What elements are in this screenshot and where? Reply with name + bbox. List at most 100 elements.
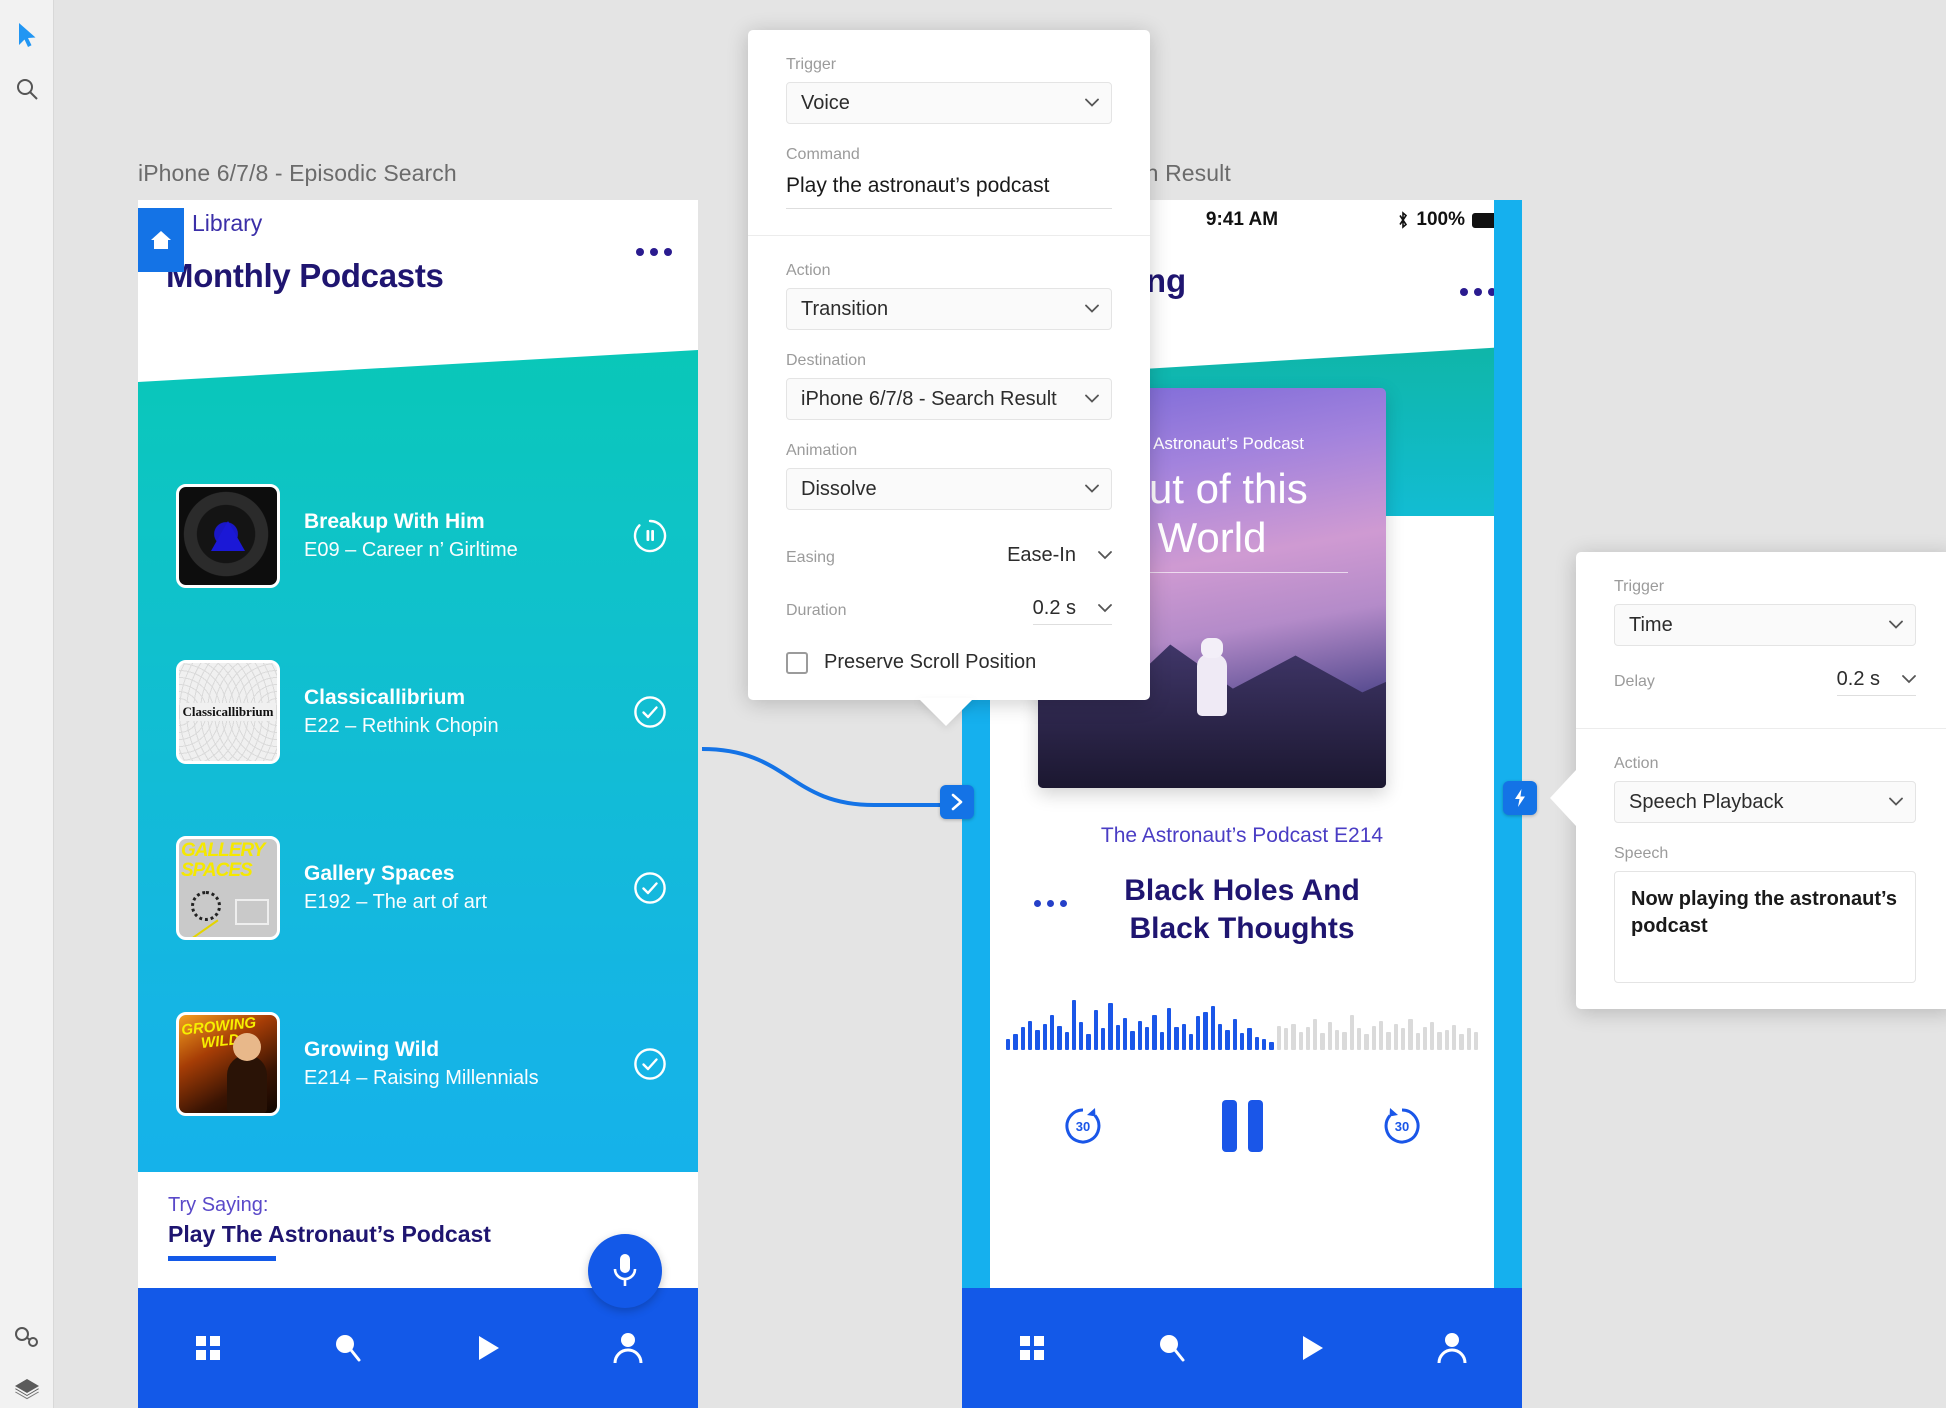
search-icon bbox=[17, 79, 38, 100]
waveform-bar-played bbox=[1064, 1032, 1069, 1050]
list-item[interactable]: GALLERY SPACES Gallery Spaces E192 – The … bbox=[176, 836, 668, 940]
nav-play[interactable] bbox=[458, 1318, 518, 1378]
duration-select[interactable]: 0.2 s bbox=[1032, 597, 1112, 625]
easing-value: Ease-In bbox=[1007, 544, 1076, 566]
command-input[interactable]: Play the astronaut’s podcast bbox=[786, 172, 1112, 209]
episode-title-line1: Black Holes And bbox=[1124, 874, 1360, 907]
waveform-bar-remaining bbox=[1283, 1028, 1289, 1050]
waveform-bar-played bbox=[1269, 1041, 1274, 1050]
animation-select[interactable]: Dissolve bbox=[786, 468, 1112, 510]
waveform-bar-played bbox=[1232, 1018, 1237, 1050]
nav-grid[interactable] bbox=[1002, 1318, 1062, 1378]
animation-value: Dissolve bbox=[801, 477, 877, 500]
trigger-section: Trigger Voice Command Play the astronaut… bbox=[748, 30, 1150, 235]
page-title: Monthly Podcasts bbox=[166, 257, 444, 294]
pause-circle-icon[interactable] bbox=[632, 519, 668, 553]
try-saying-command: Play The Astronaut’s Podcast bbox=[168, 1221, 491, 1247]
action-label: Action bbox=[786, 262, 831, 279]
trigger-select[interactable]: Voice bbox=[786, 82, 1112, 124]
nav-search[interactable] bbox=[318, 1318, 378, 1378]
artboard-episodic-search[interactable]: Library Monthly Podcasts Breakup With Hi… bbox=[138, 200, 698, 1408]
svg-text:30: 30 bbox=[1394, 1119, 1408, 1134]
waveform-bar-remaining bbox=[1474, 1032, 1479, 1050]
waveform-bar-played bbox=[1057, 1026, 1062, 1050]
track-subtitle: E09 – Career n’ Girltime bbox=[304, 539, 518, 562]
layers-tool[interactable] bbox=[0, 1362, 54, 1408]
nav-search[interactable] bbox=[1142, 1318, 1202, 1378]
track-title: Gallery Spaces bbox=[304, 862, 455, 886]
waveform-bar-remaining bbox=[1342, 1032, 1347, 1050]
nav-profile[interactable] bbox=[598, 1318, 658, 1378]
transition-node[interactable] bbox=[940, 785, 974, 819]
destination-select[interactable]: iPhone 6/7/8 - Search Result bbox=[786, 378, 1112, 420]
waveform-bar-remaining bbox=[1393, 1023, 1398, 1050]
delay-select[interactable]: 0.2 s bbox=[1836, 668, 1916, 696]
action-value: Transition bbox=[801, 297, 889, 320]
chevron-down-icon bbox=[1085, 484, 1099, 493]
design-canvas[interactable]: iPhone 6/7/8 - Episodic Search iPhone 6/… bbox=[54, 0, 1946, 1408]
waveform-bar-remaining bbox=[1357, 1028, 1362, 1050]
preserve-scroll-checkbox[interactable]: Preserve Scroll Position bbox=[786, 651, 1112, 674]
chevron-down-icon bbox=[1098, 604, 1112, 613]
pause-button[interactable] bbox=[1221, 1100, 1263, 1152]
home-icon bbox=[151, 231, 171, 249]
interaction-panel-transition[interactable]: Trigger Voice Command Play the astronaut… bbox=[748, 30, 1150, 726]
trigger-label: Trigger bbox=[786, 56, 837, 73]
prototype-tool[interactable] bbox=[0, 1310, 54, 1364]
search-tool[interactable] bbox=[0, 62, 54, 116]
action-select[interactable]: Transition bbox=[786, 288, 1112, 330]
list-item[interactable]: GROWING WILD Growing Wild E214 – Raising … bbox=[176, 1012, 668, 1116]
waveform-bar-played bbox=[1152, 1015, 1157, 1050]
check-circle-icon[interactable] bbox=[632, 871, 668, 905]
waveform-bar-remaining bbox=[1313, 1018, 1318, 1050]
forward-30-button[interactable]: 30 bbox=[1381, 1105, 1423, 1147]
podcast-list[interactable]: Breakup With Him E09 – Career n’ Girltim… bbox=[138, 350, 698, 1288]
waveform-bar-played bbox=[1071, 999, 1077, 1050]
select-tool[interactable] bbox=[0, 8, 54, 62]
artboard-label-left[interactable]: iPhone 6/7/8 - Episodic Search bbox=[138, 160, 457, 187]
chevron-right-icon bbox=[951, 793, 963, 811]
player-controls[interactable]: 30 30 bbox=[962, 1100, 1522, 1152]
speech-textarea[interactable]: Now playing the astronaut’s podcast bbox=[1614, 871, 1916, 983]
list-item[interactable]: Classicallibrium Classicallibrium E22 – … bbox=[176, 660, 668, 764]
waveform-bar-played bbox=[1006, 1039, 1011, 1050]
person-icon bbox=[613, 1333, 643, 1364]
animation-label: Animation bbox=[786, 442, 858, 459]
waveform-bar-played bbox=[1123, 1017, 1128, 1050]
trigger-select[interactable]: Time bbox=[1614, 604, 1916, 646]
action-section: Action Speech Playback Speech Now playin… bbox=[1576, 728, 1946, 1009]
bottom-navigation[interactable] bbox=[962, 1288, 1522, 1408]
more-horizontal-icon[interactable] bbox=[636, 248, 672, 256]
waveform-bar-played bbox=[1130, 1030, 1135, 1050]
check-circle-icon[interactable] bbox=[632, 1047, 668, 1081]
interaction-panel-speech[interactable]: Trigger Time Delay 0.2 s Action Speech P… bbox=[1550, 552, 1946, 1009]
person-icon bbox=[1437, 1333, 1467, 1364]
grid-icon bbox=[196, 1336, 220, 1360]
back-to-library[interactable]: Library bbox=[166, 210, 670, 237]
more-horizontal-icon[interactable] bbox=[1034, 900, 1067, 907]
waveform-bar-played bbox=[1027, 1021, 1033, 1050]
nav-play[interactable] bbox=[1282, 1318, 1342, 1378]
waveform-bar-played bbox=[1240, 1033, 1245, 1050]
more-horizontal-icon[interactable] bbox=[1460, 288, 1496, 296]
voice-mic-button[interactable] bbox=[588, 1234, 662, 1308]
waveform-bar-played bbox=[1181, 1023, 1186, 1050]
list-item[interactable]: Breakup With Him E09 – Career n’ Girltim… bbox=[176, 484, 668, 588]
cursor-icon bbox=[19, 23, 36, 47]
rewind-30-button[interactable]: 30 bbox=[1062, 1105, 1104, 1147]
easing-select[interactable]: Ease-In bbox=[1007, 544, 1112, 571]
layers-icon bbox=[15, 1379, 39, 1400]
nav-grid[interactable] bbox=[178, 1318, 238, 1378]
speech-label: Speech bbox=[1614, 845, 1669, 862]
easing-label: Easing bbox=[786, 548, 835, 566]
audio-waveform[interactable] bbox=[1006, 990, 1479, 1050]
trigger-value: Voice bbox=[801, 91, 850, 114]
check-circle-icon[interactable] bbox=[632, 695, 668, 729]
album-art: GALLERY SPACES bbox=[176, 836, 280, 940]
destination-label: Destination bbox=[786, 352, 867, 369]
action-select[interactable]: Speech Playback bbox=[1614, 781, 1916, 823]
try-saying-underline bbox=[168, 1256, 276, 1261]
speech-node[interactable] bbox=[1503, 781, 1537, 815]
nav-profile[interactable] bbox=[1422, 1318, 1482, 1378]
home-artboard-badge[interactable] bbox=[138, 208, 184, 272]
